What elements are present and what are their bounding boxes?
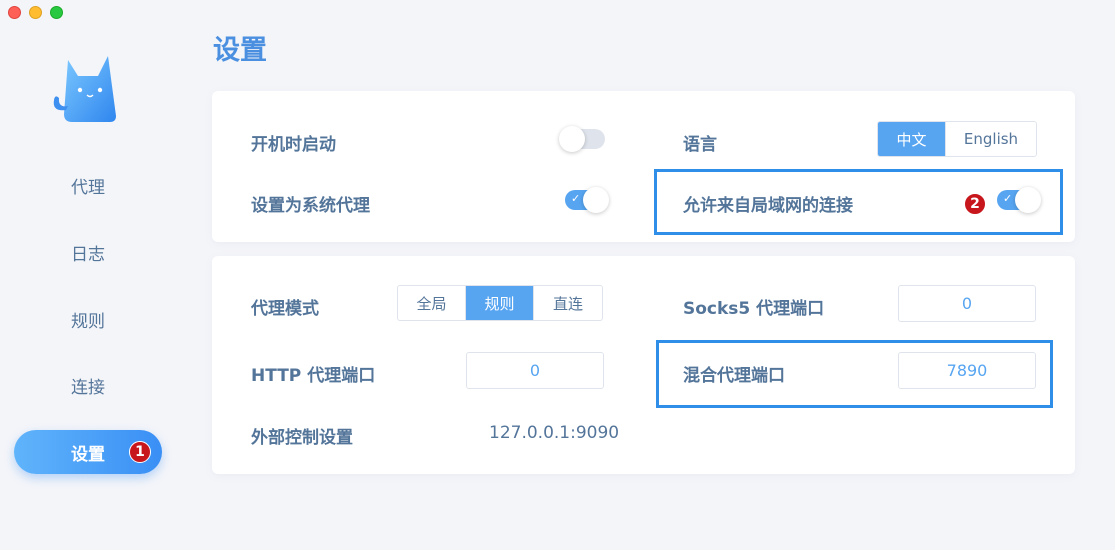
proxy-mode-selector: 全局 规则 直连 — [397, 285, 603, 321]
system-proxy-toggle[interactable]: ✓ — [565, 187, 609, 213]
step-badge-2: 2 — [964, 193, 986, 215]
language-label: 语言 — [683, 135, 717, 155]
mixed-port-label: 混合代理端口 — [683, 366, 785, 386]
socks5-port-input[interactable] — [898, 285, 1036, 322]
system-proxy-label: 设置为系统代理 — [251, 196, 370, 216]
http-port-input[interactable] — [466, 352, 604, 389]
proxy-settings-card: 代理模式 全局 规则 直连 HTTP 代理端口 外部控制设置 127.0.0.1… — [212, 256, 1075, 474]
sidebar-item-label: 日志 — [71, 244, 105, 265]
sidebar-item-proxy[interactable]: 代理 — [14, 163, 162, 207]
toggle-knob — [559, 126, 585, 152]
sidebar-item-label: 代理 — [71, 177, 105, 198]
launch-at-startup-label: 开机时启动 — [251, 135, 336, 155]
checkmark-icon: ✓ — [1003, 192, 1013, 205]
page-title: 设置 — [213, 35, 267, 66]
allow-lan-toggle[interactable]: ✓ — [997, 187, 1041, 213]
sidebar-item-rules[interactable]: 规则 — [14, 297, 162, 341]
sidebar-item-label: 设置 — [71, 444, 105, 465]
socks5-port-label: Socks5 代理端口 — [683, 299, 825, 319]
language-option-chinese[interactable]: 中文 — [878, 122, 946, 156]
proxy-mode-label: 代理模式 — [251, 299, 319, 319]
sidebar-item-label: 连接 — [71, 377, 105, 398]
proxy-mode-direct[interactable]: 直连 — [534, 286, 602, 320]
language-option-english[interactable]: English — [946, 122, 1036, 156]
sidebar-item-connections[interactable]: 连接 — [14, 363, 162, 407]
general-settings-card: 开机时启动 设置为系统代理 ✓ 语言 中文 English 允许来自局域网的连接… — [212, 91, 1075, 242]
checkmark-icon: ✓ — [571, 192, 581, 205]
launch-at-startup-toggle[interactable] — [559, 126, 605, 152]
sidebar-item-logs[interactable]: 日志 — [14, 230, 162, 274]
external-controller-value: 127.0.0.1:9090 — [489, 423, 620, 443]
allow-lan-label: 允许来自局域网的连接 — [683, 196, 853, 216]
step-badge-1: 1 — [129, 441, 151, 463]
language-selector: 中文 English — [877, 121, 1037, 157]
external-controller-label: 外部控制设置 — [251, 428, 353, 448]
sidebar-item-label: 规则 — [71, 311, 105, 332]
proxy-mode-rule[interactable]: 规则 — [466, 286, 534, 320]
http-port-label: HTTP 代理端口 — [251, 366, 376, 386]
cat-logo-icon — [53, 56, 116, 122]
sidebar: 代理 日志 规则 连接 设置 1 — [0, 0, 176, 550]
proxy-mode-global[interactable]: 全局 — [398, 286, 466, 320]
mixed-port-input[interactable] — [898, 352, 1036, 389]
toggle-knob — [583, 187, 609, 213]
toggle-knob — [1015, 187, 1041, 213]
